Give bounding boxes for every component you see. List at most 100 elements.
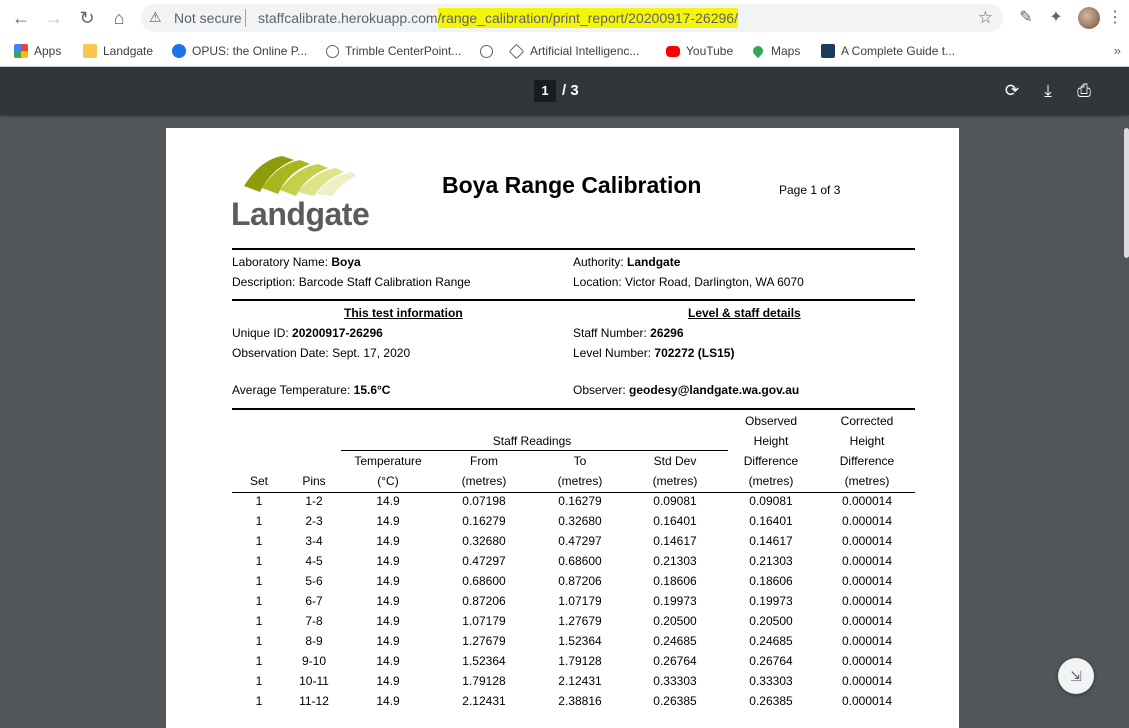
cell-from: 0.32680 bbox=[462, 534, 506, 548]
staff-number-row: Staff Number: 26296 bbox=[573, 326, 684, 340]
lab-name-row: Laboratory Name: Boya bbox=[232, 255, 361, 269]
cell-std-dev: 0.16401 bbox=[653, 514, 697, 528]
globe-icon bbox=[326, 44, 339, 58]
report-title: Boya Range Calibration bbox=[442, 172, 702, 198]
cell-observed-diff: 0.09081 bbox=[749, 494, 793, 508]
logo-wordmark: Landgate bbox=[231, 196, 370, 232]
back-icon[interactable]: ← bbox=[9, 6, 33, 30]
cell-to: 0.68600 bbox=[558, 554, 602, 568]
cell-temperature: 14.9 bbox=[376, 514, 400, 528]
rotate-icon[interactable]: ⟳ bbox=[1000, 80, 1024, 102]
bookmark-label: Trimble CenterPoint... bbox=[345, 44, 462, 58]
cell-observed-diff: 0.26385 bbox=[749, 694, 793, 708]
cell-corrected-diff: 0.000014 bbox=[841, 534, 893, 548]
cell-corrected-diff: 0.000014 bbox=[841, 654, 893, 668]
authority-label: Authority: bbox=[573, 255, 624, 269]
cell-std-dev: 0.26385 bbox=[653, 694, 697, 708]
cell-observed-diff: 0.16401 bbox=[749, 514, 793, 528]
warning-icon[interactable]: ⚠ bbox=[149, 9, 162, 26]
divider bbox=[245, 9, 246, 27]
cell-set: 1 bbox=[255, 574, 263, 588]
cell-pins: 1-2 bbox=[305, 494, 323, 508]
cell-to: 2.12431 bbox=[558, 674, 602, 688]
cell-temperature: 14.9 bbox=[376, 654, 400, 668]
cell-to: 0.16279 bbox=[558, 494, 602, 508]
print-icon[interactable]: ⎙ bbox=[1072, 80, 1096, 102]
cell-pins: 5-6 bbox=[305, 574, 323, 588]
unique-id-value: 20200917-26296 bbox=[292, 326, 383, 340]
bookmark-guide[interactable]: A Complete Guide t... bbox=[821, 42, 955, 60]
noaa-icon bbox=[172, 44, 186, 58]
bookmark-apps[interactable]: Apps bbox=[14, 42, 61, 60]
cell-std-dev: 0.20500 bbox=[653, 614, 697, 628]
fit-to-page-icon[interactable]: ⇲ bbox=[1058, 658, 1094, 694]
header-corrected-unit: (metres) bbox=[844, 474, 890, 488]
cell-pins: 8-9 bbox=[305, 634, 323, 648]
bookmark-label: Landgate bbox=[103, 44, 154, 58]
diamond-icon bbox=[508, 43, 525, 59]
apps-grid-icon bbox=[14, 44, 28, 58]
bookmark-ai[interactable]: Artificial Intelligenc... bbox=[508, 42, 639, 60]
obs-date-row: Observation Date: Sept. 17, 2020 bbox=[232, 346, 410, 360]
bookmark-label: Maps bbox=[771, 44, 801, 58]
menu-kebab-icon[interactable]: ⋮ bbox=[1103, 6, 1127, 30]
cell-temperature: 14.9 bbox=[376, 554, 400, 568]
cell-temperature: 14.9 bbox=[376, 494, 400, 508]
description-label: Description: bbox=[232, 275, 296, 289]
cell-corrected-diff: 0.000014 bbox=[841, 614, 893, 628]
cell-temperature: 14.9 bbox=[376, 534, 400, 548]
youtube-icon bbox=[666, 45, 680, 57]
avg-temp-value: 15.6°C bbox=[353, 383, 391, 397]
reload-icon[interactable]: ↻ bbox=[75, 6, 99, 30]
cell-to: 1.07179 bbox=[558, 594, 602, 608]
page-total: / 3 bbox=[562, 82, 579, 99]
page-number-input[interactable]: 1 bbox=[534, 80, 556, 102]
bookmark-maps[interactable]: Maps bbox=[750, 42, 801, 60]
level-staff-heading: Level & staff details bbox=[688, 306, 801, 320]
cell-to: 1.79128 bbox=[558, 654, 602, 668]
header-from: From bbox=[470, 454, 498, 468]
download-icon[interactable]: ⤓ bbox=[1036, 80, 1060, 102]
url-text[interactable]: staffcalibrate.herokuapp.com/range_calib… bbox=[258, 8, 738, 28]
page-label: Page 1 of 3 bbox=[779, 183, 841, 197]
cell-corrected-diff: 0.000014 bbox=[841, 574, 893, 588]
address-bar[interactable]: ⚠ Not secure staffcalibrate.herokuapp.co… bbox=[141, 4, 1003, 32]
header-staff-readings: Staff Readings bbox=[492, 434, 572, 448]
cell-set: 1 bbox=[255, 594, 263, 608]
bookmark-landgate[interactable]: Landgate bbox=[83, 42, 153, 60]
bookmarks-overflow-icon[interactable]: » bbox=[1114, 43, 1121, 58]
header-temperature: Temperature bbox=[354, 454, 422, 468]
cell-std-dev: 0.33303 bbox=[653, 674, 697, 688]
cell-observed-diff: 0.18606 bbox=[749, 574, 793, 588]
maps-pin-icon bbox=[750, 43, 766, 59]
avatar[interactable] bbox=[1078, 7, 1100, 29]
cell-from: 0.68600 bbox=[462, 574, 506, 588]
cell-pins: 3-4 bbox=[305, 534, 323, 548]
cell-from: 2.12431 bbox=[462, 694, 506, 708]
bookmark-globe[interactable] bbox=[480, 42, 499, 60]
home-icon[interactable]: ⌂ bbox=[107, 6, 131, 30]
forward-icon[interactable]: → bbox=[42, 6, 66, 30]
url-host: staffcalibrate.herokuapp.com bbox=[258, 10, 438, 26]
cell-set: 1 bbox=[255, 514, 263, 528]
scrollbar[interactable] bbox=[1124, 128, 1129, 258]
extensions-puzzle-icon[interactable]: ✦ bbox=[1044, 6, 1068, 30]
cell-from: 0.07198 bbox=[462, 494, 506, 508]
cell-std-dev: 0.24685 bbox=[653, 634, 697, 648]
pdf-page: Landgate Boya Range Calibration Page 1 o… bbox=[166, 128, 959, 728]
bookmark-youtube[interactable]: YouTube bbox=[666, 42, 733, 60]
location-row: Location: Victor Road, Darlington, WA 60… bbox=[573, 275, 804, 289]
security-label[interactable]: Not secure bbox=[174, 10, 242, 26]
bookmark-star-icon[interactable]: ☆ bbox=[978, 8, 993, 28]
tds-icon bbox=[821, 44, 835, 58]
header-to: To bbox=[573, 454, 587, 468]
bookmark-opus[interactable]: OPUS: the Online P... bbox=[172, 42, 307, 60]
avg-temp-label: Average Temperature: bbox=[232, 383, 351, 397]
cell-set: 1 bbox=[255, 654, 263, 668]
divider bbox=[341, 450, 728, 451]
unique-id-label: Unique ID: bbox=[232, 326, 289, 340]
eyedropper-extension-icon[interactable]: ✎ bbox=[1014, 6, 1038, 30]
cell-corrected-diff: 0.000014 bbox=[841, 494, 893, 508]
bookmark-trimble[interactable]: Trimble CenterPoint... bbox=[326, 42, 461, 60]
obs-date-value: Sept. 17, 2020 bbox=[332, 346, 411, 360]
